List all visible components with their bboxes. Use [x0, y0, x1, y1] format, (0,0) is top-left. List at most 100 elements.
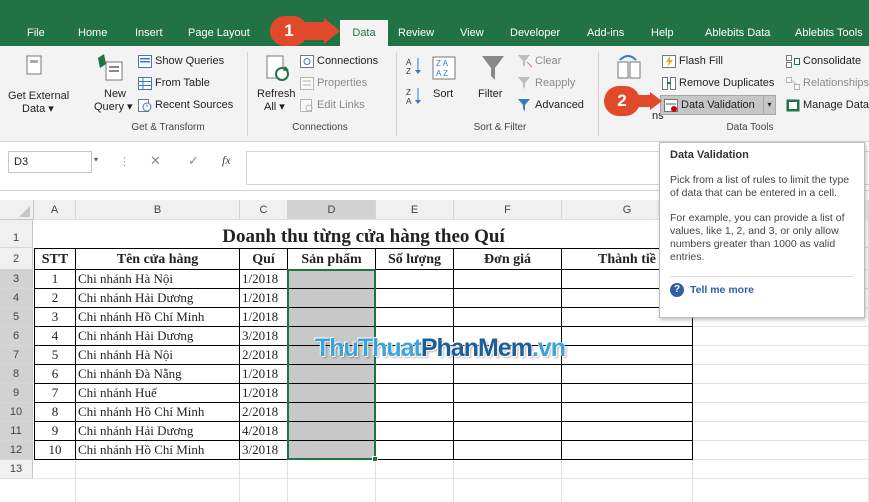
name-box-dropdown-icon[interactable]: ▾ — [94, 155, 98, 164]
cell-total[interactable] — [562, 346, 693, 365]
tab-page-layout[interactable]: Page Layout — [188, 20, 250, 46]
fill-handle[interactable] — [372, 456, 378, 462]
cell-total[interactable] — [562, 384, 693, 403]
cell-quarter[interactable]: 2/2018 — [240, 403, 288, 422]
cell-quantity[interactable] — [376, 365, 454, 384]
cell-store-name[interactable]: Chi nhánh Hồ Chí Minh — [76, 441, 240, 460]
cell-quarter[interactable]: 3/2018 — [240, 441, 288, 460]
flash-fill-button[interactable]: Flash Fill — [662, 54, 742, 70]
cell-stt[interactable]: 5 — [34, 346, 76, 365]
tab-review[interactable]: Review — [398, 20, 434, 46]
cell-store-name[interactable]: Chi nhánh Đà Nẵng — [76, 365, 240, 384]
column-header-d[interactable]: D — [288, 200, 376, 220]
tab-ablebits-data[interactable]: Ablebits Data — [705, 20, 770, 46]
cell-stt[interactable]: 1 — [34, 270, 76, 289]
tab-home[interactable]: Home — [78, 20, 107, 46]
cell-quarter[interactable]: 1/2018 — [240, 270, 288, 289]
column-header-f[interactable]: F — [454, 200, 562, 220]
row-header-4[interactable]: 4 — [0, 289, 33, 308]
cell-quarter[interactable]: 1/2018 — [240, 289, 288, 308]
column-header-e[interactable]: E — [376, 200, 454, 220]
refresh-all-button[interactable]: Refresh All ▾ — [255, 52, 299, 116]
cell-store-name[interactable]: Chi nhánh Huế — [76, 384, 240, 403]
tab-developer[interactable]: Developer — [510, 20, 560, 46]
row-header-5[interactable]: 5 — [0, 308, 33, 327]
cell-unit-price[interactable] — [454, 403, 562, 422]
consolidate-button[interactable]: Consolidate — [786, 54, 869, 70]
column-header-a[interactable]: A — [34, 200, 76, 220]
cell-store-name[interactable]: Chi nhánh Hải Dương — [76, 327, 240, 346]
cell-stt[interactable]: 3 — [34, 308, 76, 327]
cell-stt[interactable]: 10 — [34, 441, 76, 460]
cell-store-name[interactable]: Chi nhánh Hồ Chí Minh — [76, 308, 240, 327]
cell-quantity[interactable] — [376, 441, 454, 460]
tell-me-more-link[interactable]: Tell me more — [690, 284, 754, 297]
cell-quarter[interactable]: 1/2018 — [240, 308, 288, 327]
row-header-1[interactable]: 1 — [0, 220, 33, 248]
header-store[interactable]: Tên cửa hàng — [76, 248, 240, 270]
confirm-icon[interactable]: ✓ — [188, 153, 199, 169]
cell-quantity[interactable] — [376, 403, 454, 422]
cell-quarter[interactable]: 1/2018 — [240, 384, 288, 403]
row-header-6[interactable]: 6 — [0, 327, 33, 346]
data-validation-dropdown-arrow[interactable]: ▾ — [763, 96, 775, 114]
row-header-9[interactable]: 9 — [0, 384, 33, 403]
header-product[interactable]: Sản phẩm — [288, 248, 376, 270]
cell-total[interactable] — [562, 403, 693, 422]
sheet-title[interactable]: Doanh thu từng cửa hàng theo Quí — [34, 220, 693, 248]
cell-store-name[interactable]: Chi nhánh Hà Nội — [76, 270, 240, 289]
row-header-7[interactable]: 7 — [0, 346, 33, 365]
cell-quarter[interactable]: 4/2018 — [240, 422, 288, 441]
row-header-3[interactable]: 3 — [0, 270, 33, 289]
advanced-button[interactable]: Advanced — [518, 98, 593, 114]
name-box[interactable]: D3 — [8, 151, 92, 173]
cell-unit-price[interactable] — [454, 270, 562, 289]
cell-total[interactable] — [562, 327, 693, 346]
cell-total[interactable] — [562, 365, 693, 384]
row-header-12[interactable]: 12 — [0, 441, 33, 460]
recent-sources-button[interactable]: Recent Sources — [138, 98, 238, 114]
cell-stt[interactable]: 6 — [34, 365, 76, 384]
tab-add-ins[interactable]: Add-ins — [587, 20, 624, 46]
cell-unit-price[interactable] — [454, 365, 562, 384]
cell-unit-price[interactable] — [454, 289, 562, 308]
get-external-data-button[interactable]: Get External Data ▾ — [8, 52, 69, 116]
cell-unit-price[interactable] — [454, 308, 562, 327]
cell-quarter[interactable]: 1/2018 — [240, 365, 288, 384]
cell-quantity[interactable] — [376, 384, 454, 403]
cell-total[interactable] — [562, 422, 693, 441]
column-header-b[interactable]: B — [76, 200, 240, 220]
filter-button[interactable]: Filter — [476, 52, 510, 116]
row-header-13[interactable]: 13 — [0, 460, 33, 479]
tab-view[interactable]: View — [460, 20, 484, 46]
show-queries-button[interactable]: Show Queries — [138, 54, 238, 70]
select-all-corner[interactable] — [0, 200, 34, 220]
cell-stt[interactable]: 8 — [34, 403, 76, 422]
cell-stt[interactable]: 4 — [34, 327, 76, 346]
new-query-button[interactable]: New Query ▾ — [88, 52, 134, 116]
header-price[interactable]: Đơn giá — [454, 248, 562, 270]
row-header-11[interactable]: 11 — [0, 422, 33, 441]
cell-quantity[interactable] — [376, 289, 454, 308]
cancel-icon[interactable]: ✕ — [150, 153, 161, 169]
sort-za-button[interactable]: ZA — [406, 86, 424, 106]
cell-stt[interactable]: 9 — [34, 422, 76, 441]
data-validation-button[interactable]: Data Validation ▾ — [660, 95, 776, 115]
insert-function-icon[interactable]: fx — [222, 153, 231, 168]
cell-store-name[interactable]: Chi nhánh Hồ Chí Minh — [76, 403, 240, 422]
cell-unit-price[interactable] — [454, 422, 562, 441]
tab-insert[interactable]: Insert — [135, 20, 163, 46]
remove-duplicates-button[interactable]: Remove Duplicates — [662, 76, 782, 92]
header-stt[interactable]: STT — [34, 248, 76, 270]
cell-quantity[interactable] — [376, 308, 454, 327]
tab-help[interactable]: Help — [651, 20, 674, 46]
row-header-10[interactable]: 10 — [0, 403, 33, 422]
cell-unit-price[interactable] — [454, 441, 562, 460]
connections-button[interactable]: Connections — [300, 54, 390, 70]
row-header-8[interactable]: 8 — [0, 365, 33, 384]
sort-az-button[interactable]: AZ — [406, 56, 424, 76]
cell-quarter[interactable]: 3/2018 — [240, 327, 288, 346]
cell-store-name[interactable]: Chi nhánh Hà Nội — [76, 346, 240, 365]
column-header-c[interactable]: C — [240, 200, 288, 220]
from-table-button[interactable]: From Table — [138, 76, 238, 92]
